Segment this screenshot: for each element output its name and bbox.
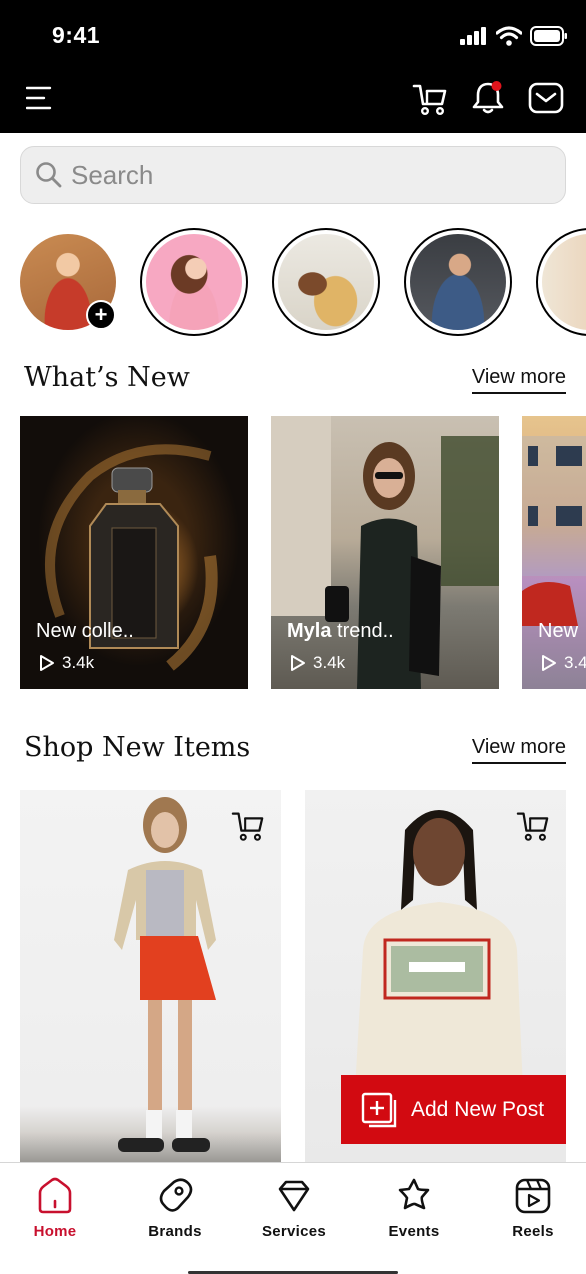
nav-label: Events — [388, 1223, 440, 1240]
story-avatar[interactable] — [404, 228, 512, 336]
signal-icon — [460, 27, 486, 45]
tag-icon — [159, 1178, 193, 1212]
nav-label: Home — [33, 1223, 77, 1240]
menu-icon[interactable] — [26, 86, 52, 110]
status-time: 9:41 — [52, 22, 101, 48]
card-caption-text: trend.. — [331, 620, 394, 642]
search-icon — [36, 162, 62, 188]
card-views: 3.4 — [538, 653, 586, 673]
street-scene-image — [522, 436, 586, 626]
play-icon — [291, 655, 305, 671]
add-post-icon — [361, 1092, 397, 1127]
home-icon — [38, 1177, 72, 1214]
nav-label: Reels — [512, 1223, 554, 1240]
cart-icon[interactable] — [412, 80, 448, 116]
reels-icon — [515, 1178, 551, 1214]
nav-services[interactable]: Services — [249, 1177, 339, 1240]
card-views: 3.4k — [36, 653, 94, 673]
model-red-skirt-image — [114, 797, 216, 1152]
shop-view-more-link[interactable]: View more — [471, 736, 566, 764]
card-caption: Myla trend.. — [287, 620, 394, 643]
diamond-icon — [278, 1180, 310, 1212]
whats-new-card[interactable]: New 3.4 — [522, 416, 586, 689]
nav-label: Brands — [148, 1223, 202, 1240]
shop-item-card[interactable] — [20, 790, 281, 1162]
search-bar[interactable]: Search — [20, 146, 566, 204]
bottom-nav: Home Brands Services Events Reels — [0, 1162, 586, 1274]
add-new-post-label: Add New Post — [411, 1097, 545, 1121]
card-caption-brand: Myla — [287, 620, 332, 642]
stories-row: + — [20, 228, 586, 338]
whats-new-card[interactable]: Myla trend.. 3.4k — [271, 416, 499, 689]
view-count: 3.4k — [313, 653, 346, 672]
star-badge-icon — [398, 1178, 430, 1210]
status-icons — [460, 24, 568, 48]
play-icon — [40, 655, 54, 671]
view-count: 3.4 — [564, 653, 586, 672]
add-new-post-button[interactable]: Add New Post — [341, 1075, 566, 1144]
notification-bell-icon[interactable] — [470, 80, 506, 116]
nav-brands[interactable]: Brands — [130, 1177, 220, 1240]
wifi-icon — [496, 26, 522, 46]
nav-home[interactable]: Home — [10, 1177, 100, 1240]
shop-new-items-title: Shop New Items — [24, 732, 251, 763]
mail-icon[interactable] — [528, 80, 564, 116]
woman-black-dress-image — [271, 416, 499, 689]
view-count: 3.4k — [62, 653, 95, 672]
card-views: 3.4k — [287, 653, 345, 673]
nav-events[interactable]: Events — [369, 1177, 459, 1240]
story-avatar[interactable] — [140, 228, 248, 336]
top-bar: 9:41 — [0, 0, 586, 133]
whats-new-view-more-link[interactable]: View more — [471, 366, 566, 394]
add-story-button[interactable]: + — [86, 300, 116, 330]
add-to-cart-icon[interactable] — [231, 808, 265, 842]
nav-reels[interactable]: Reels — [488, 1177, 578, 1240]
play-icon — [542, 655, 556, 671]
add-to-cart-icon[interactable] — [516, 808, 550, 842]
whats-new-title: What’s New — [24, 362, 190, 393]
story-avatar[interactable] — [536, 228, 586, 336]
search-input[interactable]: Search — [71, 160, 153, 191]
story-avatar[interactable] — [272, 228, 380, 336]
whats-new-card[interactable]: New colle.. 3.4k — [20, 416, 248, 689]
nav-label: Services — [261, 1223, 327, 1240]
card-caption: New colle.. — [36, 620, 134, 642]
battery-icon — [530, 26, 567, 46]
perfume-bottle-image — [45, 444, 218, 671]
card-caption: New — [538, 620, 579, 642]
